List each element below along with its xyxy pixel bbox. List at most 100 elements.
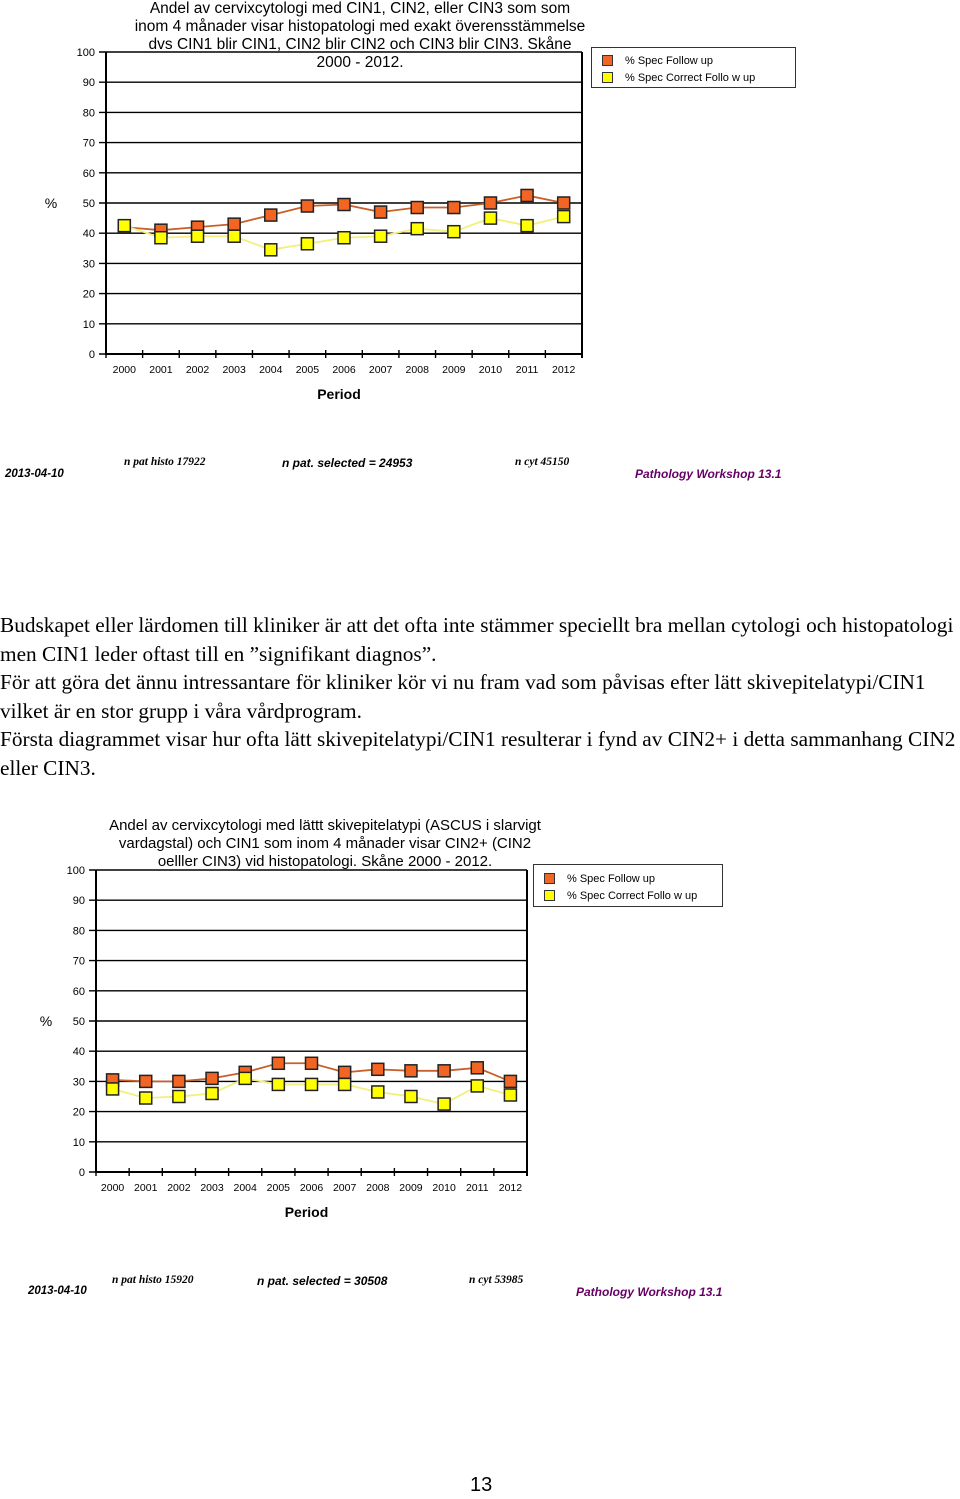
data-point-spec-correct-follow-up <box>205 1086 219 1101</box>
x-tick-label: 2005 <box>267 1182 291 1194</box>
paragraph: Budskapet eller lärdomen till kliniker ä… <box>0 613 954 666</box>
y-tick-label: 20 <box>73 1107 85 1119</box>
data-point-spec-correct-follow-up <box>373 229 388 243</box>
x-tick-label: 2007 <box>333 1182 357 1194</box>
y-tick-label: 60 <box>83 168 95 180</box>
x-tick-label: 2008 <box>406 364 430 376</box>
chart-1-legend: % Spec Follow up % Spec Correct Follo w … <box>591 47 796 88</box>
data-point-spec-follow-up <box>404 1064 418 1078</box>
data-point-spec-correct-follow-up <box>271 1077 286 1092</box>
chart-1-n-pat-selected: n pat. selected = 24953 <box>282 456 413 470</box>
x-tick-label: 2005 <box>296 364 320 376</box>
x-tick-label: 2012 <box>552 364 576 376</box>
y-tick-label: 90 <box>73 895 85 907</box>
y-tick-label: 90 <box>83 77 95 89</box>
data-point-spec-correct-follow-up <box>190 229 205 243</box>
x-tick-label: 2001 <box>134 1182 158 1194</box>
y-tick-label: 10 <box>83 319 95 331</box>
chart-2-date: 2013-04-10 <box>28 1285 87 1297</box>
x-tick-label: 2009 <box>399 1182 423 1194</box>
data-point-spec-correct-follow-up <box>337 230 351 245</box>
chart-2-n-pat-selected: n pat. selected = 30508 <box>257 1274 388 1288</box>
x-tick-label: 2010 <box>432 1182 456 1194</box>
data-point-spec-follow-up <box>373 205 388 219</box>
data-point-spec-follow-up <box>337 1065 352 1080</box>
data-point-spec-correct-follow-up <box>304 1077 319 1092</box>
y-axis-label: % <box>40 1013 52 1029</box>
legend-label: % Spec Follow up <box>567 872 656 885</box>
page-number: 13 <box>470 1474 493 1496</box>
y-tick-label: 40 <box>73 1046 85 1058</box>
data-point-spec-correct-follow-up <box>138 1091 153 1105</box>
data-point-spec-follow-up <box>470 1061 485 1075</box>
data-point-spec-follow-up <box>447 200 461 215</box>
data-point-spec-correct-follow-up <box>483 211 498 225</box>
y-tick-label: 50 <box>73 1016 85 1028</box>
y-tick-label: 100 <box>77 47 95 59</box>
data-point-spec-follow-up <box>205 1071 219 1086</box>
y-tick-label: 40 <box>83 228 95 240</box>
x-tick-label: 2000 <box>113 364 137 376</box>
data-point-spec-correct-follow-up <box>337 1077 352 1092</box>
data-point-spec-follow-up <box>264 208 278 222</box>
data-point-spec-correct-follow-up <box>154 230 168 245</box>
x-tick-label: 2000 <box>101 1182 125 1194</box>
legend-item-spec-correct-follow-up: % Spec Correct Follo w up <box>592 69 795 86</box>
data-point-spec-correct-follow-up <box>371 1085 385 1099</box>
chart-2-n-cyt: n cyt 53985 <box>469 1274 524 1286</box>
data-point-spec-correct-follow-up <box>503 1088 518 1102</box>
legend-item-spec-correct-follow-up: % Spec Correct Follo w up <box>534 887 722 904</box>
data-point-spec-follow-up <box>410 200 424 215</box>
x-tick-label: 2009 <box>442 364 466 376</box>
chart-2-n-pat-histo: n pat histo 15920 <box>112 1274 194 1286</box>
data-point-spec-correct-follow-up <box>520 218 534 233</box>
data-point-spec-correct-follow-up <box>227 229 241 243</box>
y-tick-label: 70 <box>73 956 85 968</box>
paragraph: Första diagrammet visar hur ofta lätt sk… <box>0 727 956 780</box>
x-tick-label: 2004 <box>234 1182 258 1194</box>
data-point-spec-follow-up <box>503 1074 518 1089</box>
y-tick-label: 10 <box>73 1137 85 1149</box>
x-tick-label: 2004 <box>259 364 283 376</box>
x-tick-label: 2011 <box>466 1182 489 1194</box>
y-tick-label: 0 <box>89 349 95 361</box>
legend-label: % Spec Follow up <box>625 54 714 67</box>
y-tick-label: 20 <box>83 289 95 301</box>
data-point-spec-follow-up <box>371 1062 385 1077</box>
yellow-square-icon <box>544 890 555 901</box>
chart-1-n-cyt: n cyt 45150 <box>515 456 570 468</box>
x-tick-label: 2011 <box>516 364 539 376</box>
data-point-spec-correct-follow-up <box>404 1089 418 1104</box>
chart-1-plot: 0 10 20 30 40 50 60 70 80 90 100 2000 2001 2002 2003 20… <box>45 47 583 402</box>
x-tick-label: 2003 <box>222 364 246 376</box>
data-point-spec-correct-follow-up <box>470 1079 485 1093</box>
y-tick-label: 80 <box>73 925 85 937</box>
yellow-square-icon <box>602 72 613 83</box>
x-tick-label: 2003 <box>200 1182 224 1194</box>
chart-2-workshop: Pathology Workshop 13.1 <box>576 1285 723 1299</box>
x-tick-label: 2007 <box>369 364 393 376</box>
data-point-spec-follow-up <box>556 196 571 210</box>
legend-label: % Spec Correct Follo w up <box>567 889 698 902</box>
x-tick-label: 2010 <box>479 364 503 376</box>
data-point-spec-follow-up <box>337 197 351 212</box>
x-tick-label: 2012 <box>499 1182 523 1194</box>
data-point-spec-follow-up <box>138 1074 153 1089</box>
x-axis-label: Period <box>285 1204 329 1220</box>
y-tick-label: 100 <box>67 865 85 877</box>
chart-1-n-pat-histo: n pat histo 17922 <box>124 456 206 468</box>
data-point-spec-correct-follow-up <box>264 243 278 257</box>
chart-2-plot: 0 10 20 30 40 50 60 70 80 90 100 2000 2001 2002 2003 20… <box>40 865 528 1220</box>
x-tick-label: 2002 <box>186 364 210 376</box>
data-point-spec-correct-follow-up <box>300 237 315 251</box>
x-tick-label: 2002 <box>167 1182 191 1194</box>
data-point-spec-follow-up <box>271 1056 286 1071</box>
y-tick-label: 60 <box>73 986 85 998</box>
data-point-spec-correct-follow-up <box>105 1082 120 1096</box>
y-tick-label: 70 <box>83 138 95 150</box>
y-tick-label: 30 <box>83 258 95 270</box>
data-point-spec-correct-follow-up <box>410 221 424 236</box>
chart-2-legend: % Spec Follow up % Spec Correct Follo w … <box>533 864 723 907</box>
legend-item-spec-follow-up: % Spec Follow up <box>592 52 795 69</box>
chart-1-workshop: Pathology Workshop 13.1 <box>635 467 782 481</box>
